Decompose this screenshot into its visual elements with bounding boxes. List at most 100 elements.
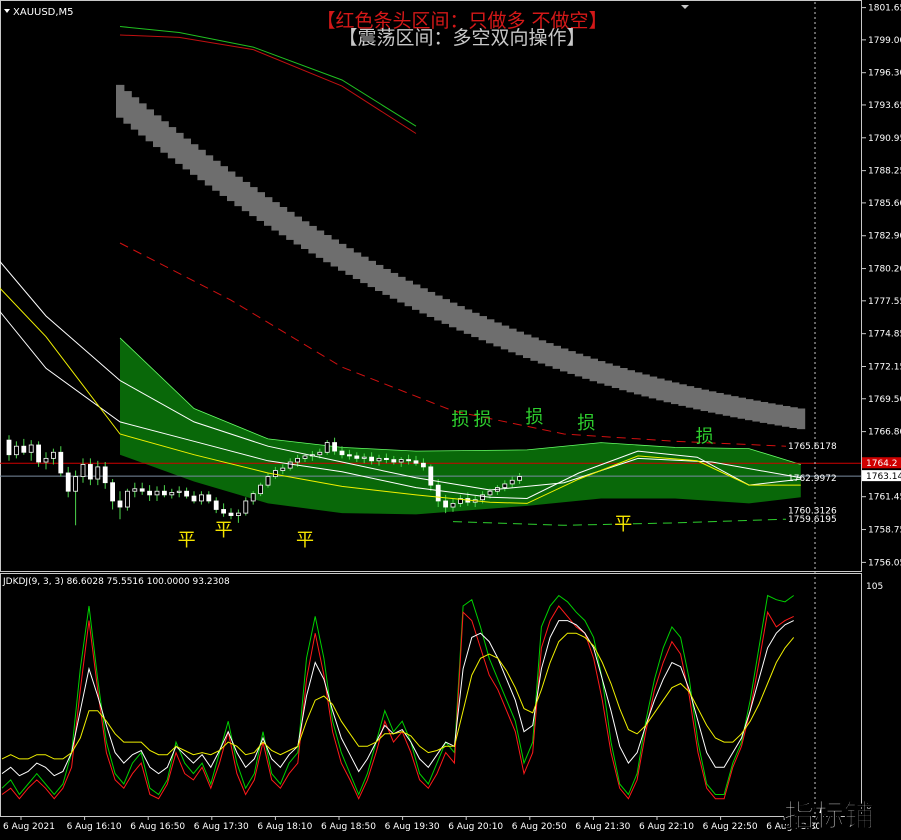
gray-channel-step — [271, 202, 280, 231]
gray-channel-step — [656, 378, 665, 401]
gray-channel-step — [796, 408, 806, 430]
bid-price-text: 1763.14 — [866, 472, 901, 482]
gray-channel-step — [153, 115, 162, 148]
candle-body — [28, 444, 34, 453]
gray-channel-step — [478, 316, 487, 341]
price-axis-label: 1785.60 — [868, 199, 901, 209]
candle-body — [324, 442, 330, 453]
candle-body — [265, 476, 271, 486]
gray-channel-step — [293, 216, 302, 245]
gray-channel-step — [456, 306, 465, 331]
gray-channel-step — [204, 155, 214, 186]
candle-body — [272, 470, 278, 478]
candle-body — [480, 494, 486, 501]
gray-channel-step — [360, 256, 369, 284]
gray-channel-step — [611, 365, 621, 389]
candle-body — [413, 460, 419, 464]
level-label: 1765.6178 — [788, 442, 837, 452]
candle-body — [88, 464, 93, 480]
candle-body — [21, 445, 27, 453]
candle-body — [346, 454, 352, 457]
candle-body — [191, 495, 197, 502]
gray-channel-step — [685, 386, 695, 408]
watermark-text: 指标铺 — [784, 799, 874, 834]
candle-body — [43, 457, 49, 463]
candle-body — [243, 500, 249, 514]
gray-channel-step — [338, 243, 347, 271]
candle-body — [132, 488, 138, 492]
candle-body — [332, 442, 338, 452]
time-axis-label: 6 Aug 20:10 — [448, 822, 503, 832]
signal-label: 损 — [474, 410, 492, 431]
gray-channel-step — [678, 384, 687, 406]
gray-channel-step — [545, 343, 554, 367]
chart-canvas[interactable]: 损损损损损平平平平1765.61781762.99721760.31261759… — [0, 0, 901, 840]
candle-body — [361, 456, 367, 459]
gray-channel-step — [404, 280, 413, 307]
candle-body — [398, 459, 404, 463]
gray-channel-step — [123, 91, 132, 124]
candle-body — [302, 455, 308, 459]
candle-body — [176, 490, 182, 493]
header-gray-banner: 【震荡区间：多空双向操作】 — [338, 27, 585, 49]
candle-body — [376, 457, 382, 462]
gray-channel-step — [604, 363, 613, 386]
gray-channel-step — [264, 197, 273, 226]
candle-body — [154, 490, 160, 496]
time-axis-label: 6 Aug 20:50 — [512, 822, 567, 832]
candle-body — [6, 439, 12, 456]
candle-body — [110, 482, 115, 502]
gray-channel-step — [693, 387, 702, 410]
gray-channel-step — [323, 235, 332, 263]
symbol-header[interactable]: XAUUSD,M5 — [4, 7, 74, 18]
candle-body — [280, 467, 286, 471]
candle-body — [102, 466, 108, 484]
price-axis-label: 1769.50 — [868, 395, 901, 405]
gray-channel-step — [241, 181, 251, 212]
oscillator-title: JDKDJ(9, 3, 3) 86.6028 75.5516 100.0000 … — [2, 577, 230, 587]
gray-channel-step — [782, 405, 791, 427]
signal-label: 损 — [577, 413, 595, 434]
candle-body — [428, 466, 434, 486]
price-axis-label: 1772.15 — [868, 363, 901, 373]
gray-channel-step — [197, 149, 206, 181]
gray-channel-step — [249, 187, 258, 217]
candle-body — [339, 450, 345, 456]
price-axis-label: 1799.00 — [868, 36, 901, 46]
gray-channel-step — [167, 127, 177, 159]
candle-body — [51, 451, 56, 459]
candle-body — [406, 459, 412, 462]
candle-body — [250, 493, 256, 502]
candle-body — [509, 479, 515, 485]
gray-channel-step — [345, 248, 354, 275]
gray-channel-step — [671, 382, 680, 405]
price-axis-label: 1774.85 — [868, 330, 901, 340]
candle-body — [13, 445, 19, 456]
price-axis-label: 1761.45 — [868, 493, 901, 503]
gray-channel-step — [256, 192, 265, 221]
candle-body — [95, 466, 101, 480]
gray-channel-step — [597, 361, 606, 384]
time-axis-label: 6 Aug 21:30 — [575, 822, 630, 832]
price-axis-label: 1793.65 — [868, 101, 901, 111]
price-axis-label: 1766.80 — [868, 428, 901, 438]
gray-channel-step — [745, 399, 754, 421]
gray-channel-step — [663, 380, 672, 403]
gray-channel-step — [774, 404, 783, 426]
gray-channel-step — [145, 109, 154, 142]
candle-body — [125, 490, 130, 508]
gray-channel-step — [619, 367, 628, 391]
candle-body — [420, 462, 426, 468]
candle-body — [487, 490, 493, 496]
candle-body — [435, 484, 441, 502]
gray-channel-step — [426, 291, 436, 317]
candle-body — [295, 457, 301, 463]
gray-channel-step — [308, 225, 317, 254]
price-axis-label: 1758.75 — [868, 526, 901, 536]
price-axis-label: 1782.90 — [868, 232, 901, 242]
gray-channel-step — [286, 211, 295, 240]
gray-channel-step — [493, 322, 502, 347]
candle-body — [161, 490, 167, 496]
gray-channel-step — [175, 132, 184, 164]
gray-channel-step — [722, 394, 732, 416]
